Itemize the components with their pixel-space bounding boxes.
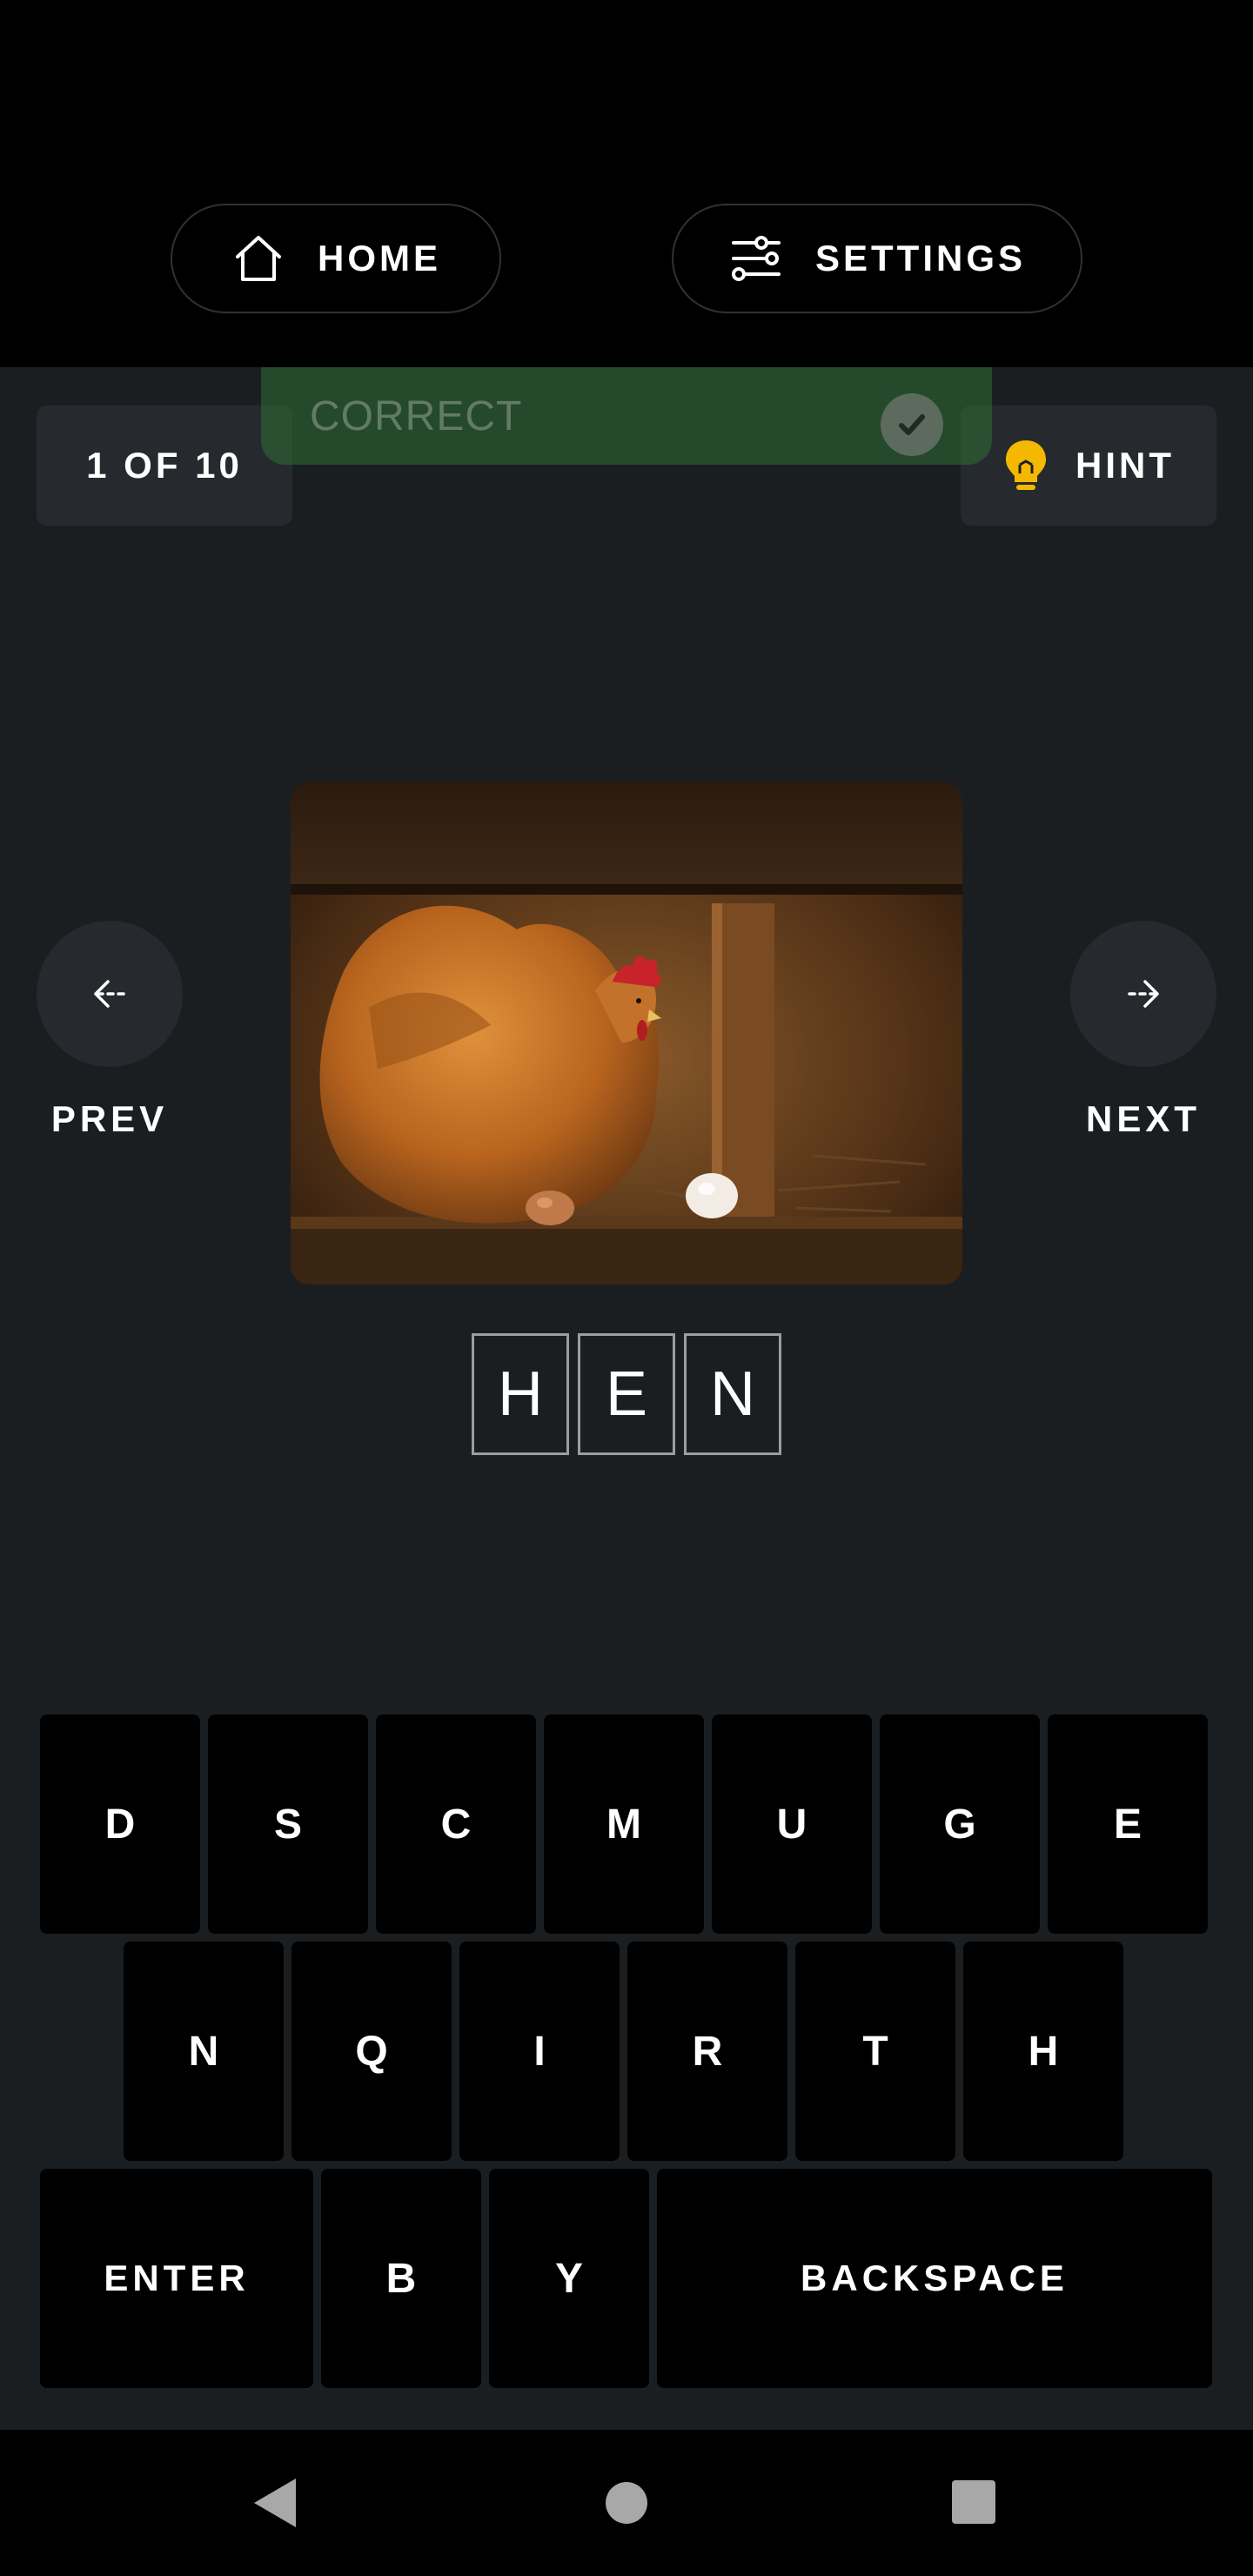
square-recents-icon[interactable] [950,2473,997,2532]
sliders-icon [731,236,781,281]
key[interactable]: H [963,1942,1123,2161]
key[interactable]: Y [489,2169,649,2388]
home-icon [236,236,281,281]
key[interactable]: N [124,1942,284,2161]
top-bar: HOME SETTINGS [0,0,1253,367]
settings-button[interactable]: SETTINGS [672,204,1082,313]
hint-button[interactable]: HINT [961,406,1216,526]
key[interactable]: E [1048,1714,1208,1934]
key[interactable]: U [712,1714,872,1934]
next-button[interactable] [1070,921,1216,1067]
progress-indicator: 1 OF 10 [37,406,292,526]
backspace-key[interactable]: BACKSPACE [657,2169,1212,2388]
hint-label: HINT [1075,445,1175,486]
home-button[interactable]: HOME [171,204,501,313]
settings-label: SETTINGS [814,238,1027,278]
puzzle-image [291,782,962,1285]
key[interactable]: D [40,1714,200,1934]
toast-text: CORRECT [310,392,523,439]
key[interactable]: I [459,1942,620,2161]
system-navigation-bar [0,2430,1253,2576]
answer-letter: E [578,1333,675,1455]
prev-label: PREV [50,1098,169,1139]
correct-toast: CORRECT [261,367,992,465]
arrow-right-icon [1128,980,1159,1008]
answer-letter: H [472,1333,569,1455]
prev-button[interactable] [37,921,183,1067]
key[interactable]: B [321,2169,481,2388]
key[interactable]: Q [291,1942,452,2161]
lightbulb-icon [1006,440,1046,490]
arrow-left-icon [94,980,125,1008]
circle-home-icon[interactable] [604,2473,649,2532]
key[interactable]: R [627,1942,787,2161]
key[interactable]: M [544,1714,704,1934]
answer-letter: N [684,1333,781,1455]
key[interactable]: G [880,1714,1040,1934]
triangle-back-icon[interactable] [249,2473,301,2532]
key[interactable]: C [376,1714,536,1934]
check-circle-icon [881,393,943,456]
next-label: NEXT [1085,1098,1201,1139]
enter-key[interactable]: ENTER [40,2169,313,2388]
home-label: HOME [318,238,441,278]
key[interactable]: S [208,1714,368,1934]
progress-text: 1 OF 10 [86,445,243,486]
hen-illustration [291,782,962,1285]
key[interactable]: T [795,1942,955,2161]
answer-boxes: H E N [472,1333,781,1455]
